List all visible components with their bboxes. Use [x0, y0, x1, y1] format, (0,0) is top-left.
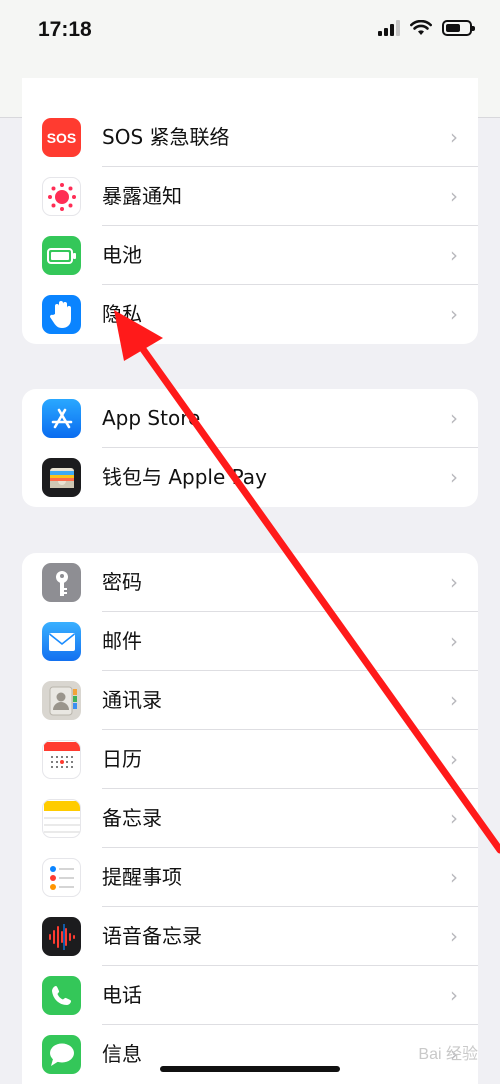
- mail-icon: [42, 622, 81, 661]
- row-passwords[interactable]: 密码 ›: [22, 553, 478, 612]
- row-mail[interactable]: 邮件 ›: [22, 612, 478, 671]
- chevron-right-icon: ›: [450, 983, 458, 1007]
- row-label: 日历: [102, 747, 142, 771]
- settings-group-apps: 密码 › 邮件 › 通讯录 › 日历 › 备忘录 › 提醒事项 › 语音备忘录 …: [22, 553, 478, 1084]
- status-bar: 17:18: [0, 0, 500, 60]
- row-label: 密码: [102, 570, 142, 594]
- chevron-right-icon: ›: [450, 406, 458, 430]
- phone-icon: [42, 976, 81, 1015]
- contacts-icon: [42, 681, 81, 720]
- settings-group-store: App Store › 钱包与 Apple Pay ›: [22, 389, 478, 507]
- row-privacy[interactable]: 隐私 ›: [22, 285, 478, 344]
- row-messages[interactable]: 信息 ›: [22, 1025, 478, 1084]
- status-time: 17:18: [38, 18, 92, 41]
- chevron-right-icon: ›: [450, 865, 458, 889]
- watermark-logo: Bai 经验: [418, 1046, 478, 1063]
- row-label: 电池: [102, 243, 142, 267]
- row-calendar[interactable]: 日历 ›: [22, 730, 478, 789]
- row-app-store[interactable]: App Store ›: [22, 389, 478, 448]
- row-label: 信息: [102, 1042, 142, 1066]
- wallet-icon: [42, 458, 81, 497]
- chevron-right-icon: ›: [450, 806, 458, 830]
- calendar-icon: [42, 740, 81, 779]
- sos-icon: SOS: [42, 118, 81, 157]
- notes-icon: [42, 799, 81, 838]
- row-label: 通讯录: [102, 688, 162, 712]
- battery-icon: [42, 236, 81, 275]
- voice-memos-icon: [42, 917, 81, 956]
- row-wallet[interactable]: 钱包与 Apple Pay ›: [22, 448, 478, 507]
- battery-status-icon: [442, 20, 475, 36]
- row-label: 暴露通知: [102, 184, 182, 208]
- chevron-right-icon: ›: [450, 747, 458, 771]
- row-label: 备忘录: [102, 806, 162, 830]
- row-contacts[interactable]: 通讯录 ›: [22, 671, 478, 730]
- row-label: 提醒事项: [102, 865, 182, 889]
- settings-group-system: SOS SOS 紧急联络 › 暴露通知 › 电池 › 隐私 ›: [22, 78, 478, 344]
- row-phone[interactable]: 电话 ›: [22, 966, 478, 1025]
- row-label: App Store: [102, 406, 201, 430]
- row-notes[interactable]: 备忘录 ›: [22, 789, 478, 848]
- reminders-icon: [42, 858, 81, 897]
- app-store-icon: [42, 399, 81, 438]
- row-reminders[interactable]: 提醒事项 ›: [22, 848, 478, 907]
- row-label: 语音备忘录: [102, 924, 202, 948]
- chevron-right-icon: ›: [450, 125, 458, 149]
- row-label: 隐私: [102, 302, 142, 326]
- chevron-right-icon: ›: [450, 302, 458, 326]
- wifi-icon: [410, 20, 432, 35]
- cellular-signal-icon: [378, 20, 400, 36]
- row-label: 电话: [102, 983, 142, 1007]
- key-icon: [42, 563, 81, 602]
- exposure-notification-icon: [42, 177, 81, 216]
- row-label: 钱包与 Apple Pay: [102, 465, 267, 489]
- chevron-right-icon: ›: [450, 688, 458, 712]
- home-indicator[interactable]: [160, 1066, 340, 1072]
- row-label: 邮件: [102, 629, 142, 653]
- chevron-right-icon: ›: [450, 629, 458, 653]
- chevron-right-icon: ›: [450, 924, 458, 948]
- messages-icon: [42, 1035, 81, 1074]
- chevron-right-icon: ›: [450, 243, 458, 267]
- chevron-right-icon: ›: [450, 184, 458, 208]
- row-exposure-notification[interactable]: 暴露通知 ›: [22, 167, 478, 226]
- chevron-right-icon: ›: [450, 465, 458, 489]
- row-label: SOS 紧急联络: [102, 125, 230, 149]
- chevron-right-icon: ›: [450, 570, 458, 594]
- row-battery[interactable]: 电池 ›: [22, 226, 478, 285]
- row-voice-memos[interactable]: 语音备忘录 ›: [22, 907, 478, 966]
- status-icons: [378, 20, 475, 36]
- privacy-hand-icon: [42, 295, 81, 334]
- row-sos[interactable]: SOS SOS 紧急联络 ›: [22, 108, 478, 167]
